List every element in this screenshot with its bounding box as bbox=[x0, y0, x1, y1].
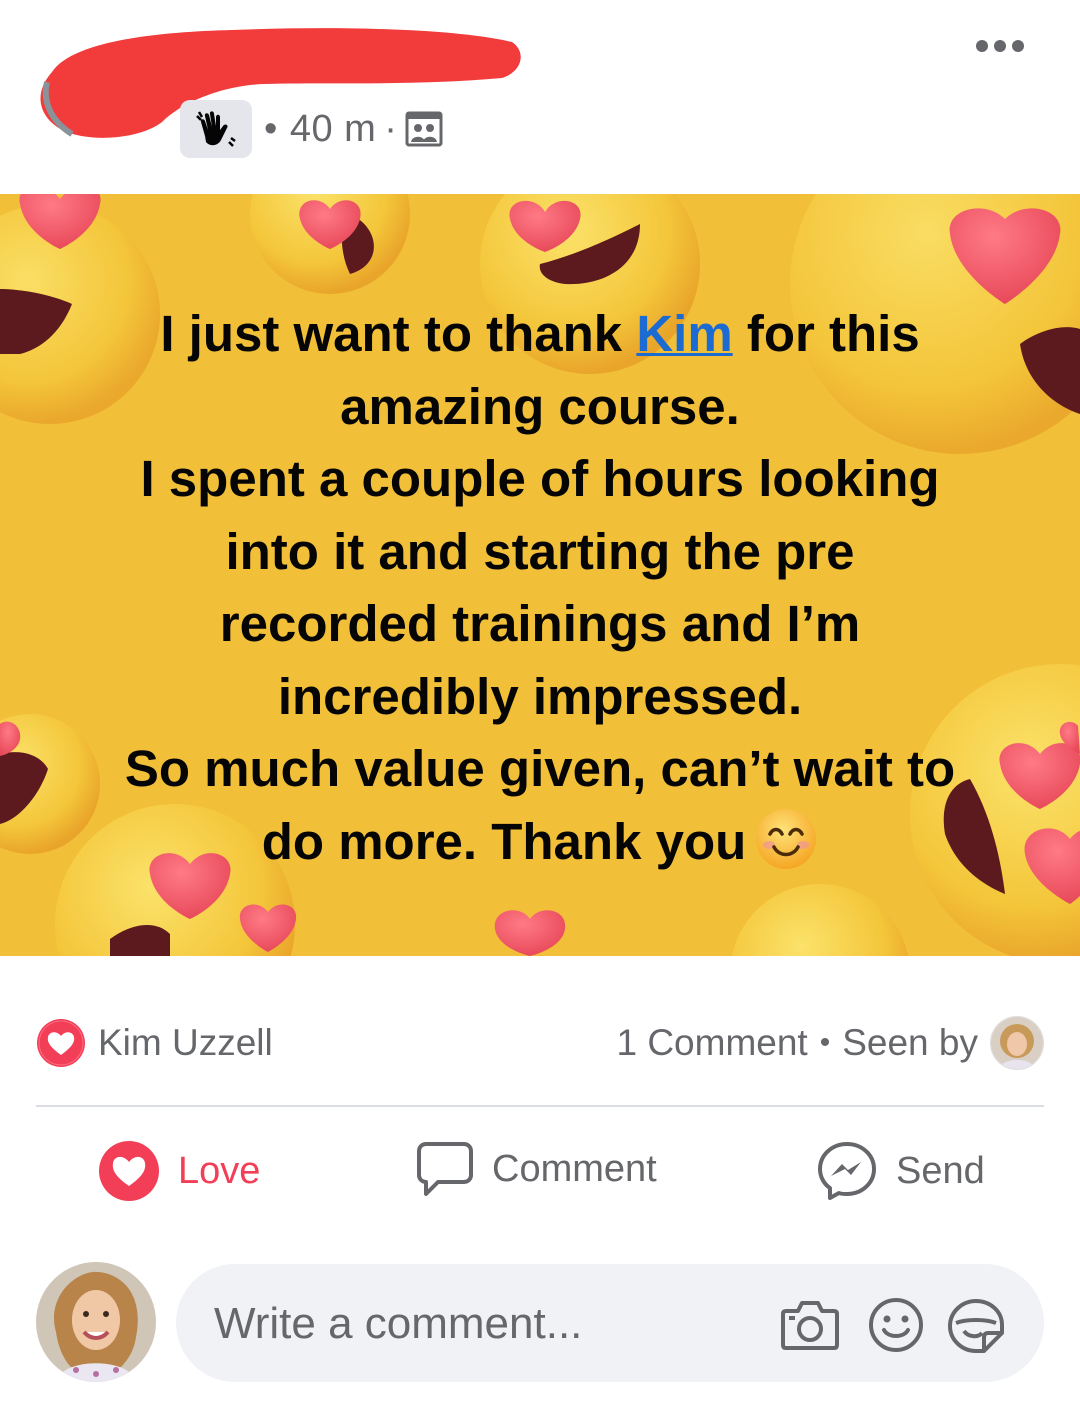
post-content[interactable]: I just want to thank Kim for this amazin… bbox=[0, 194, 1080, 956]
post-actions: Love Comment Send bbox=[0, 1130, 1080, 1220]
group-photo-icon bbox=[405, 111, 443, 147]
emoji-icon[interactable] bbox=[866, 1297, 926, 1353]
send-label: Send bbox=[896, 1149, 985, 1192]
love-label: Love bbox=[178, 1149, 261, 1192]
post-line-1: I just want to thank Kim for this bbox=[60, 298, 1020, 371]
messenger-icon bbox=[818, 1142, 876, 1200]
divider bbox=[36, 1105, 1044, 1107]
post-line-2: amazing course. bbox=[340, 377, 740, 435]
post-line-3: I spent a couple of hours looking bbox=[140, 450, 940, 507]
smiling-face-icon bbox=[756, 809, 817, 870]
mention-link-kim[interactable]: Kim bbox=[636, 305, 732, 362]
love-button[interactable]: Love bbox=[98, 1140, 260, 1202]
user-avatar[interactable] bbox=[36, 1262, 156, 1382]
camera-icon[interactable] bbox=[780, 1297, 840, 1353]
love-icon bbox=[99, 1141, 159, 1201]
post-line-1-before: I just want to thank bbox=[160, 305, 637, 362]
post-meta: • 40 m · bbox=[180, 100, 443, 158]
post-line-5: recorded trainings and I’m bbox=[219, 595, 861, 652]
engagement-stats: 1 Comment • Seen by bbox=[616, 1016, 1044, 1070]
comment-label: Comment bbox=[492, 1147, 657, 1190]
send-button[interactable]: Send bbox=[816, 1140, 985, 1202]
love-reaction-icon bbox=[37, 1019, 85, 1067]
meta-dot: • bbox=[264, 107, 278, 150]
reactors[interactable]: Kim Uzzell bbox=[36, 1018, 273, 1068]
comment-composer bbox=[36, 1262, 1044, 1384]
comment-bubble-icon bbox=[417, 1142, 473, 1196]
reactor-name: Kim Uzzell bbox=[98, 1022, 273, 1063]
meta-separator: · bbox=[384, 107, 397, 150]
seen-by-label[interactable]: Seen by bbox=[842, 1022, 978, 1064]
comment-input[interactable] bbox=[212, 1264, 716, 1384]
reaction-summary: Kim Uzzell 1 Comment • Seen by bbox=[36, 1010, 1044, 1070]
comment-button[interactable]: Comment bbox=[416, 1140, 657, 1198]
post-time[interactable]: 40 m bbox=[290, 108, 376, 151]
more-options-icon[interactable] bbox=[976, 40, 1024, 52]
post-line-8-wrap: do more. Thank you bbox=[60, 806, 1020, 879]
stats-dot: • bbox=[819, 1026, 831, 1059]
post-header: • 40 m · bbox=[0, 0, 1080, 194]
sticker-icon[interactable] bbox=[946, 1297, 1006, 1353]
post-line-6: incredibly impressed. bbox=[277, 667, 803, 725]
post-line-1-after: for this bbox=[732, 305, 920, 362]
comment-box[interactable] bbox=[176, 1264, 1044, 1384]
post-line-4: into it and starting the pre bbox=[225, 522, 855, 580]
waving-hand-icon[interactable] bbox=[180, 100, 252, 158]
post-line-8: do more. Thank you bbox=[261, 812, 747, 870]
post-line-7: So much value given, can’t wait to bbox=[124, 740, 956, 797]
post-message: I just want to thank Kim for this amazin… bbox=[60, 298, 1020, 878]
seen-by-avatar[interactable] bbox=[990, 1016, 1044, 1070]
comment-count[interactable]: 1 Comment bbox=[616, 1022, 807, 1064]
